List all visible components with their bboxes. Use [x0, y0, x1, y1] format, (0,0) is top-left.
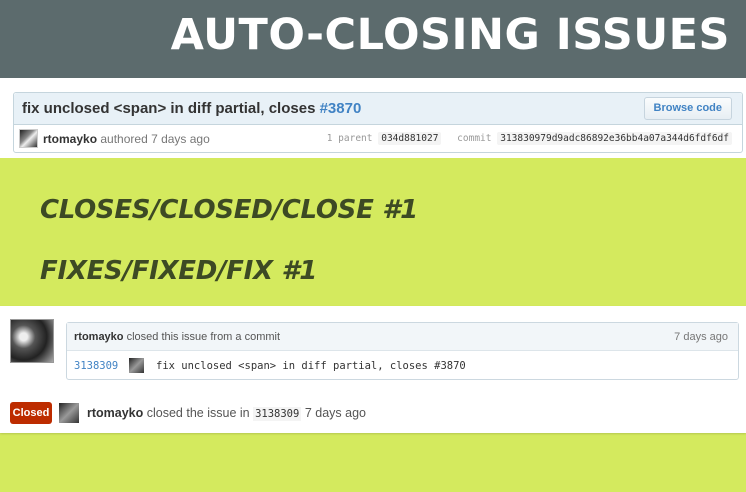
event-sha-link[interactable]: 3138309 [74, 360, 118, 372]
closed-badge: Closed [10, 402, 52, 424]
parent-label: 1 parent [326, 133, 373, 144]
commit-title: fix unclosed <span> in diff partial, clo… [22, 100, 361, 117]
avatar[interactable] [19, 129, 38, 148]
event-commit-message[interactable]: fix unclosed <span> in diff partial, clo… [156, 360, 466, 372]
commit-event: rtomayko closed this issue from a commit… [66, 322, 739, 380]
avatar[interactable] [129, 358, 144, 373]
event-time: 7 days ago [674, 331, 728, 343]
header-banner: AUTO-CLOSING ISSUES [0, 0, 746, 78]
keyword-fixes: FIXES/FIXED/FIX #1 [40, 256, 318, 286]
event-body: 3138309 fix unclosed <span> in diff part… [67, 351, 738, 380]
commit-sha: 313830979d9adc86892e36bb4a07a344d6fdf6df [497, 132, 732, 145]
closed-text-before: closed the issue in [143, 406, 254, 420]
keyword-closes: CLOSES/CLOSED/CLOSE #1 [40, 195, 418, 225]
parent-sha-link[interactable]: 034d881027 [378, 132, 442, 145]
closed-text: rtomayko closed the issue in 3138309 7 d… [87, 406, 366, 421]
commit-panel: fix unclosed <span> in diff partial, clo… [0, 78, 746, 158]
issue-timeline-panel: rtomayko closed this issue from a commit… [0, 306, 746, 433]
author-link[interactable]: rtomayko [43, 132, 97, 146]
commit-refs: 1 parent 034d881027 commit 313830979d9ad… [326, 132, 732, 145]
issue-link[interactable]: #3870 [320, 100, 362, 117]
closed-sha-link[interactable]: 3138309 [253, 407, 302, 421]
commit-author: rtomayko authored 7 days ago [43, 132, 210, 146]
avatar[interactable] [10, 319, 54, 363]
commit-title-text: fix unclosed <span> in diff partial, clo… [22, 100, 320, 117]
event-author-link[interactable]: rtomayko [74, 331, 124, 343]
authored-text: authored 7 days ago [97, 132, 210, 146]
commit-label: commit [457, 133, 492, 144]
page-title: AUTO-CLOSING ISSUES [170, 10, 730, 60]
event-text: rtomayko closed this issue from a commit [74, 331, 280, 343]
commit-box: fix unclosed <span> in diff partial, clo… [13, 92, 743, 153]
closed-author-link[interactable]: rtomayko [87, 406, 143, 420]
event-action: closed this issue from a commit [123, 331, 281, 343]
closed-text-after: 7 days ago [301, 406, 366, 420]
commit-meta: rtomayko authored 7 days ago 1 parent 03… [14, 125, 742, 153]
commit-header: fix unclosed <span> in diff partial, clo… [14, 93, 742, 125]
event-header: rtomayko closed this issue from a commit… [67, 323, 738, 351]
avatar[interactable] [59, 403, 79, 423]
browse-code-button[interactable]: Browse code [643, 97, 732, 120]
